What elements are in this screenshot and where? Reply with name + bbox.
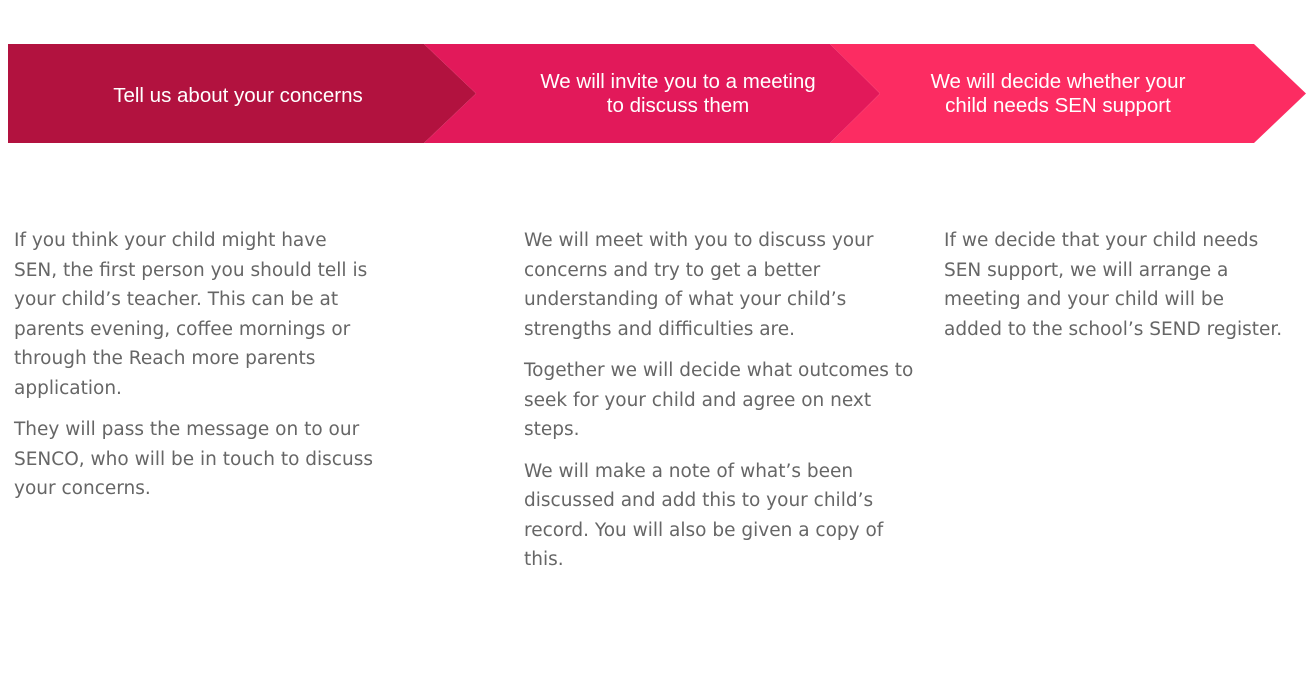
paragraph: We will meet with you to discuss your co… xyxy=(524,230,874,340)
step-2-description: We will meet with you to discuss your co… xyxy=(524,226,916,587)
process-chevron-bar: Tell us about your concerns We will invi… xyxy=(8,44,1306,143)
step-2-label: We will invite you to a meeting to discu… xyxy=(540,69,816,117)
paragraph: If you think your child might have SEN, … xyxy=(14,230,368,399)
step-3-label: We will decide whether your child needs … xyxy=(930,69,1186,117)
paragraph: If we decide that your child needs SEN s… xyxy=(944,230,1283,340)
paragraph: We will make a note of what’s been discu… xyxy=(524,460,884,571)
paragraph: Together we will decide what outcomes to… xyxy=(524,360,914,440)
step-1-label: Tell us about your concerns xyxy=(113,83,363,107)
step-1-description: If you think your child might have SEN, … xyxy=(14,226,374,516)
step-3-description: If we decide that your child needs SEN s… xyxy=(944,226,1284,356)
paragraph: They will pass the message on to our SEN… xyxy=(14,419,373,499)
